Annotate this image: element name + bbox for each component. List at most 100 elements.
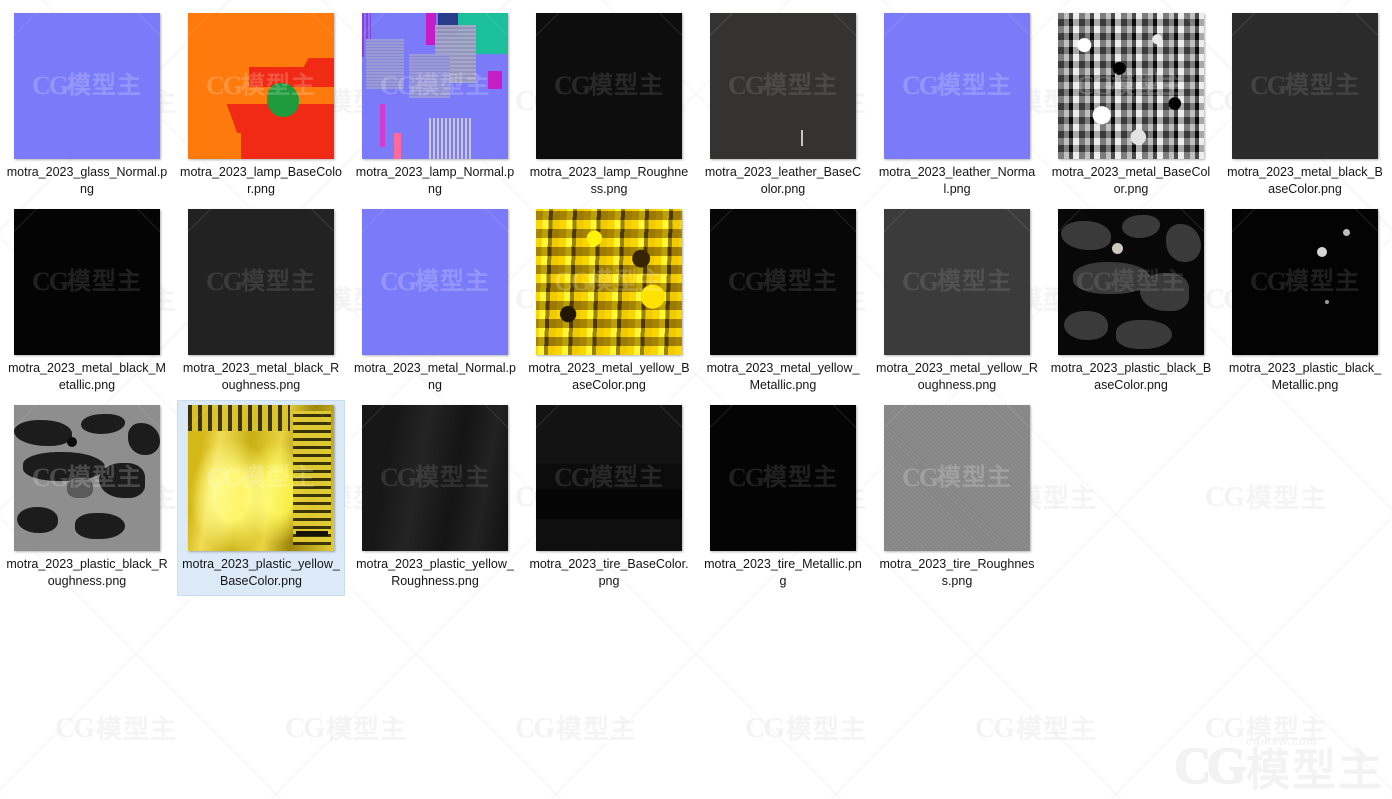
texture-preview-image [884,13,1030,159]
file-name-label[interactable]: motra_2023_plastic_black_Metallic.png [1224,360,1386,394]
file-name-label[interactable]: motra_2023_lamp_Normal.png [354,164,516,198]
file-thumbnail[interactable]: CG模型主 [188,405,334,551]
watermark-cjk-text: 模型主 [1246,714,1328,744]
file-name-label[interactable]: motra_2023_tire_BaseColor.png [528,556,690,590]
file-thumbnail[interactable]: CG模型主 [536,405,682,551]
file-item[interactable]: CG模型主 motra_2023_metal_yellow_Roughness.p… [873,204,1041,400]
texture-preview-image [1232,209,1378,355]
file-item[interactable]: CG模型主 motra_2023_lamp_Roughness.png [525,8,693,204]
watermark-latin-text: CG [285,713,325,744]
texture-shape [379,103,386,148]
file-name-label[interactable]: motra_2023_lamp_Roughness.png [528,164,690,198]
file-name-label[interactable]: motra_2023_tire_Roughness.png [876,556,1038,590]
file-item[interactable]: CG模型主 motra_2023_tire_Metallic.png [699,400,867,596]
file-item[interactable]: CG模型主 motra_2023_metal_black_Metallic.png [3,204,171,400]
file-item[interactable]: CG模型主 motra_2023_tire_BaseColor.png [525,400,693,596]
texture-shape [366,39,405,89]
file-grid: CG 模型主 motra_2023_glass_Normal.png CG 模型主 mot… [0,0,1392,596]
file-name-label[interactable]: motra_2023_metal_black_Metallic.png [6,360,168,394]
file-thumbnail[interactable]: CG模型主 [1232,209,1378,355]
file-name-label[interactable]: motra_2023_metal_yellow_Roughness.png [876,360,1038,394]
file-item[interactable]: CG模型主 motra_2023_plastic_black_Metallic.p… [1221,204,1389,400]
texture-shape [66,437,77,448]
file-item[interactable]: CG模型主 motra_2023_plastic_black_BaseColor.… [1047,204,1215,400]
watermark-cjk-text: 模型主 [556,714,638,744]
texture-shape [1139,273,1190,312]
file-item[interactable]: CG 模型主 motra_2023_tire_Roughness.png [873,400,1041,596]
file-name-label[interactable]: motra_2023_plastic_yellow_BaseColor.png [180,556,342,590]
texture-shape [240,126,334,159]
file-name-label[interactable]: motra_2023_metal_BaseColor.png [1050,164,1212,198]
file-item[interactable]: CG 模型主 motra_2023_metal_Normal.png [351,204,519,400]
texture-shape [266,83,299,117]
file-name-label[interactable]: motra_2023_metal_black_Roughness.png [180,360,342,394]
file-thumbnail[interactable]: CG模型主 [536,13,682,159]
texture-preview-image [1232,13,1378,159]
texture-shape [1060,220,1111,250]
file-thumbnail[interactable]: CG模型主 [710,13,856,159]
file-name-label[interactable]: motra_2023_lamp_BaseColor.png [180,164,342,198]
file-name-label[interactable]: motra_2023_metal_Normal.png [354,360,516,394]
texture-preview-image [710,405,856,551]
file-explorer-window: CG模型主CG模型主CG模型主CG模型主CG模型主CG模型主CG模型主CG模型主… [0,0,1392,799]
file-item[interactable]: CG 模型主 motra_2023_plastic_black_Roughness.… [3,400,171,596]
file-item[interactable]: CG 模型主 motra_2023_lamp_BaseColor.png [177,8,345,204]
file-item-selected[interactable]: CG 模型主 motra_2023_plastic_yellow_BaseColor… [177,400,345,596]
texture-preview-image [1058,13,1204,159]
file-name-label[interactable]: motra_2023_plastic_black_BaseColor.png [1050,360,1212,394]
file-thumbnail[interactable]: CG模型主 [710,209,856,355]
watermark-latin-text: CG [1205,713,1245,744]
file-name-label[interactable]: motra_2023_tire_Metallic.png [702,556,864,590]
file-thumbnail[interactable]: CG模型主 [188,13,334,159]
watermark-tile: CG模型主 [55,712,225,746]
texture-shape [1112,242,1124,254]
file-thumbnail[interactable]: CG模型主 [188,209,334,355]
file-item[interactable]: CG模型主 motra_2023_plastic_yellow_Roughness… [351,400,519,596]
texture-preview-image [710,13,856,159]
file-thumbnail[interactable]: CG模型主 [14,13,160,159]
file-name-label[interactable]: motra_2023_plastic_yellow_Roughness.png [354,556,516,590]
watermark-cjk-text: 模型主 [96,714,178,744]
file-thumbnail[interactable]: CG模型主 [884,13,1030,159]
file-name-label[interactable]: motra_2023_metal_yellow_Metallic.png [702,360,864,394]
watermark-latin-text: CG [515,713,555,744]
texture-preview-image [362,405,508,551]
file-thumbnail[interactable]: CG模型主 [884,209,1030,355]
texture-preview-image [14,405,160,551]
texture-shape [98,463,146,499]
file-name-label[interactable]: motra_2023_leather_BaseColor.png [702,164,864,198]
file-item[interactable]: CG 模型主 motra_2023_glass_Normal.png [3,8,171,204]
file-item[interactable]: CG模型主 motra_2023_leather_BaseColor.png [699,8,867,204]
file-name-label[interactable]: motra_2023_glass_Normal.png [6,164,168,198]
file-thumbnail[interactable]: CG模型主 [1058,209,1204,355]
texture-preview-image [710,209,856,355]
file-thumbnail[interactable]: CG模型主 [884,405,1030,551]
file-name-label[interactable]: motra_2023_metal_black_BaseColor.png [1224,164,1386,198]
texture-preview-image [362,13,508,159]
file-item[interactable]: CG 模型主 motra_2023_leather_Normal.png [873,8,1041,204]
file-thumbnail[interactable]: CG模型主 [710,405,856,551]
file-thumbnail[interactable]: CG模型主 [362,209,508,355]
file-thumbnail[interactable]: CG模型主 [14,209,160,355]
texture-preview-image [884,209,1030,355]
file-item[interactable]: CG模型主 motra_2023_metal_yellow_Metallic.pn… [699,204,867,400]
file-item[interactable]: CG模型主 motra_2023_metal_black_BaseColor.pn… [1221,8,1389,204]
file-name-label[interactable]: motra_2023_metal_yellow_BaseColor.png [528,360,690,394]
file-thumbnail[interactable]: CG模型主 [1232,13,1378,159]
file-name-label[interactable]: motra_2023_plastic_black_Roughness.png [6,556,168,590]
file-thumbnail[interactable]: CG模型主 [362,405,508,551]
texture-shape [1342,229,1350,237]
texture-shape [1116,319,1172,350]
texture-shape [75,513,125,540]
file-thumbnail[interactable]: CG模型主 [362,13,508,159]
file-item[interactable]: CG 模型主 motra_2023_metal_yellow_BaseColor.p… [525,204,693,400]
texture-shape [394,132,402,159]
texture-shape [487,71,503,89]
file-item[interactable]: CG 模型主 motra_2023_lamp_Normal.png [351,8,519,204]
file-item[interactable]: CG 模型主 motra_2023_metal_BaseColor.png [1047,8,1215,204]
file-thumbnail[interactable]: CG模型主 [536,209,682,355]
file-name-label[interactable]: motra_2023_leather_Normal.png [876,164,1038,198]
file-item[interactable]: CG模型主 motra_2023_metal_black_Roughness.pn… [177,204,345,400]
file-thumbnail[interactable]: CG模型主 [14,405,160,551]
file-thumbnail[interactable]: CG模型主 [1058,13,1204,159]
